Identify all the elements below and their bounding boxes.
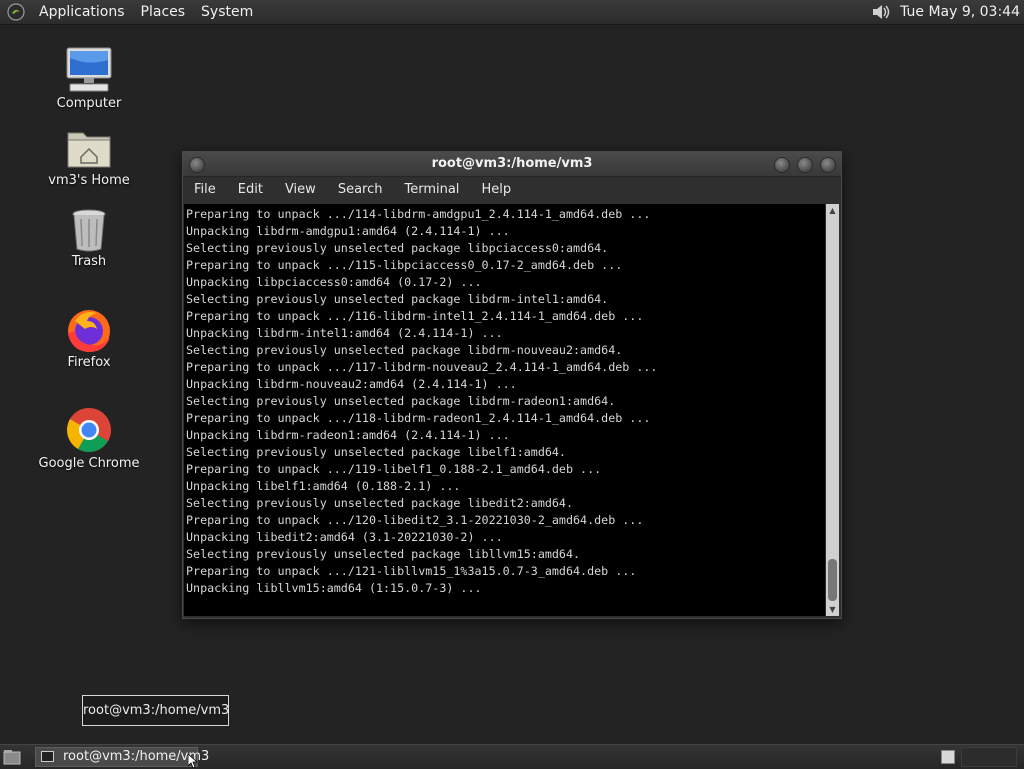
terminal-window[interactable]: root@vm3:/home/vm3 File Edit View Search…	[182, 151, 842, 619]
desktop-icon-label: Firefox	[67, 355, 111, 370]
top-panel-tray: Tue May 9, 03:44	[870, 0, 1020, 24]
terminal-line: Preparing to unpack .../117-libdrm-nouve…	[186, 360, 658, 374]
terminal-line: Preparing to unpack .../119-libelf1_0.18…	[186, 462, 602, 476]
window-titlebar[interactable]: root@vm3:/home/vm3	[183, 152, 841, 177]
home-folder-icon	[67, 132, 111, 168]
terminal-line: Preparing to unpack .../120-libedit2_3.1…	[186, 513, 644, 527]
desktop-icon-label: Trash	[71, 254, 107, 269]
gnome-foot-icon[interactable]	[7, 3, 25, 21]
desktop-icon-computer[interactable]: Computer	[34, 46, 144, 111]
terminal-line: Preparing to unpack .../121-libllvm15_1%…	[186, 564, 637, 578]
computer-icon	[66, 47, 112, 92]
menu-search[interactable]: Search	[327, 177, 394, 203]
terminal-line: Preparing to unpack .../114-libdrm-amdgp…	[186, 207, 651, 221]
terminal-line: Unpacking libdrm-nouveau2:amd64 (2.4.114…	[186, 377, 517, 391]
terminal-scrollbar[interactable]: ▲ ▼	[826, 204, 839, 616]
maximize-icon[interactable]	[797, 157, 813, 173]
scroll-down-icon[interactable]: ▼	[826, 603, 839, 616]
top-panel: Applications Places System Tue May 9, 03…	[0, 0, 1024, 25]
workspace-2[interactable]	[961, 747, 1017, 767]
terminal-output[interactable]: Preparing to unpack .../114-libdrm-amdgp…	[184, 204, 825, 616]
terminal-line: Unpacking libelf1:amd64 (0.188-2.1) ...	[186, 479, 461, 493]
menu-edit[interactable]: Edit	[227, 177, 274, 203]
terminal-line: Selecting previously unselected package …	[186, 394, 616, 408]
show-desktop-icon[interactable]	[3, 749, 21, 765]
terminal-line: Selecting previously unselected package …	[186, 241, 609, 255]
menu-terminal[interactable]: Terminal	[393, 177, 470, 203]
mouse-cursor-icon	[188, 754, 198, 768]
trash-icon	[72, 209, 106, 252]
terminal-line: Unpacking libpciaccess0:amd64 (0.17-2) .…	[186, 275, 482, 289]
menu-file[interactable]: File	[183, 177, 227, 203]
menu-system[interactable]: System	[193, 0, 261, 24]
terminal-icon	[41, 751, 54, 762]
desktop-icon-trash[interactable]: Trash	[34, 208, 144, 269]
terminal-line: Preparing to unpack .../118-libdrm-radeo…	[186, 411, 651, 425]
close-icon[interactable]	[820, 157, 836, 173]
volume-icon[interactable]	[870, 1, 892, 23]
terminal-line: Unpacking libdrm-intel1:amd64 (2.4.114-1…	[186, 326, 503, 340]
menu-help[interactable]: Help	[470, 177, 522, 203]
desktop-icon-label: vm3's Home	[48, 173, 130, 188]
task-tooltip: root@vm3:/home/vm3	[82, 695, 229, 726]
menu-applications[interactable]: Applications	[31, 0, 133, 24]
menu-places[interactable]: Places	[133, 0, 194, 24]
chrome-icon	[67, 408, 111, 452]
menu-view[interactable]: View	[274, 177, 327, 203]
clock[interactable]: Tue May 9, 03:44	[900, 4, 1020, 20]
terminal-line: Selecting previously unselected package …	[186, 292, 609, 306]
terminal-line: Preparing to unpack .../116-libdrm-intel…	[186, 309, 644, 323]
terminal-line: Selecting previously unselected package …	[186, 343, 623, 357]
terminal-line: Unpacking libllvm15:amd64 (1:15.0.7-3) .…	[186, 581, 482, 595]
workspace-switcher-icon[interactable]	[941, 750, 955, 764]
terminal-line: Selecting previously unselected package …	[186, 496, 574, 510]
terminal-line: Selecting previously unselected package …	[186, 445, 566, 459]
desktop-icon-home[interactable]: vm3's Home	[34, 127, 144, 188]
bottom-panel: root@vm3:/home/vm3	[0, 744, 1024, 769]
desktop-icon-firefox[interactable]: Firefox	[34, 307, 144, 370]
scrollbar-thumb[interactable]	[828, 559, 837, 601]
terminal-lines: Preparing to unpack .../114-libdrm-amdgp…	[184, 204, 825, 597]
firefox-icon	[68, 310, 110, 352]
terminal-line: Preparing to unpack .../115-libpciaccess…	[186, 258, 623, 272]
minimize-icon[interactable]	[774, 157, 790, 173]
desktop-icon-label: Computer	[56, 96, 122, 111]
scroll-up-icon[interactable]: ▲	[826, 204, 839, 217]
terminal-menubar: File Edit View Search Terminal Help	[183, 177, 841, 203]
taskbar-item-terminal[interactable]: root@vm3:/home/vm3	[35, 747, 209, 767]
desktop-icon-label: Google Chrome	[38, 456, 140, 471]
desktop-icon-chrome[interactable]: Google Chrome	[34, 406, 144, 471]
terminal-line: Unpacking libedit2:amd64 (3.1-20221030-2…	[186, 530, 503, 544]
terminal-line: Selecting previously unselected package …	[186, 547, 581, 561]
window-title: root@vm3:/home/vm3	[431, 156, 593, 171]
terminal-line: Unpacking libdrm-amdgpu1:amd64 (2.4.114-…	[186, 224, 510, 238]
terminal-line: Unpacking libdrm-radeon1:amd64 (2.4.114-…	[186, 428, 510, 442]
